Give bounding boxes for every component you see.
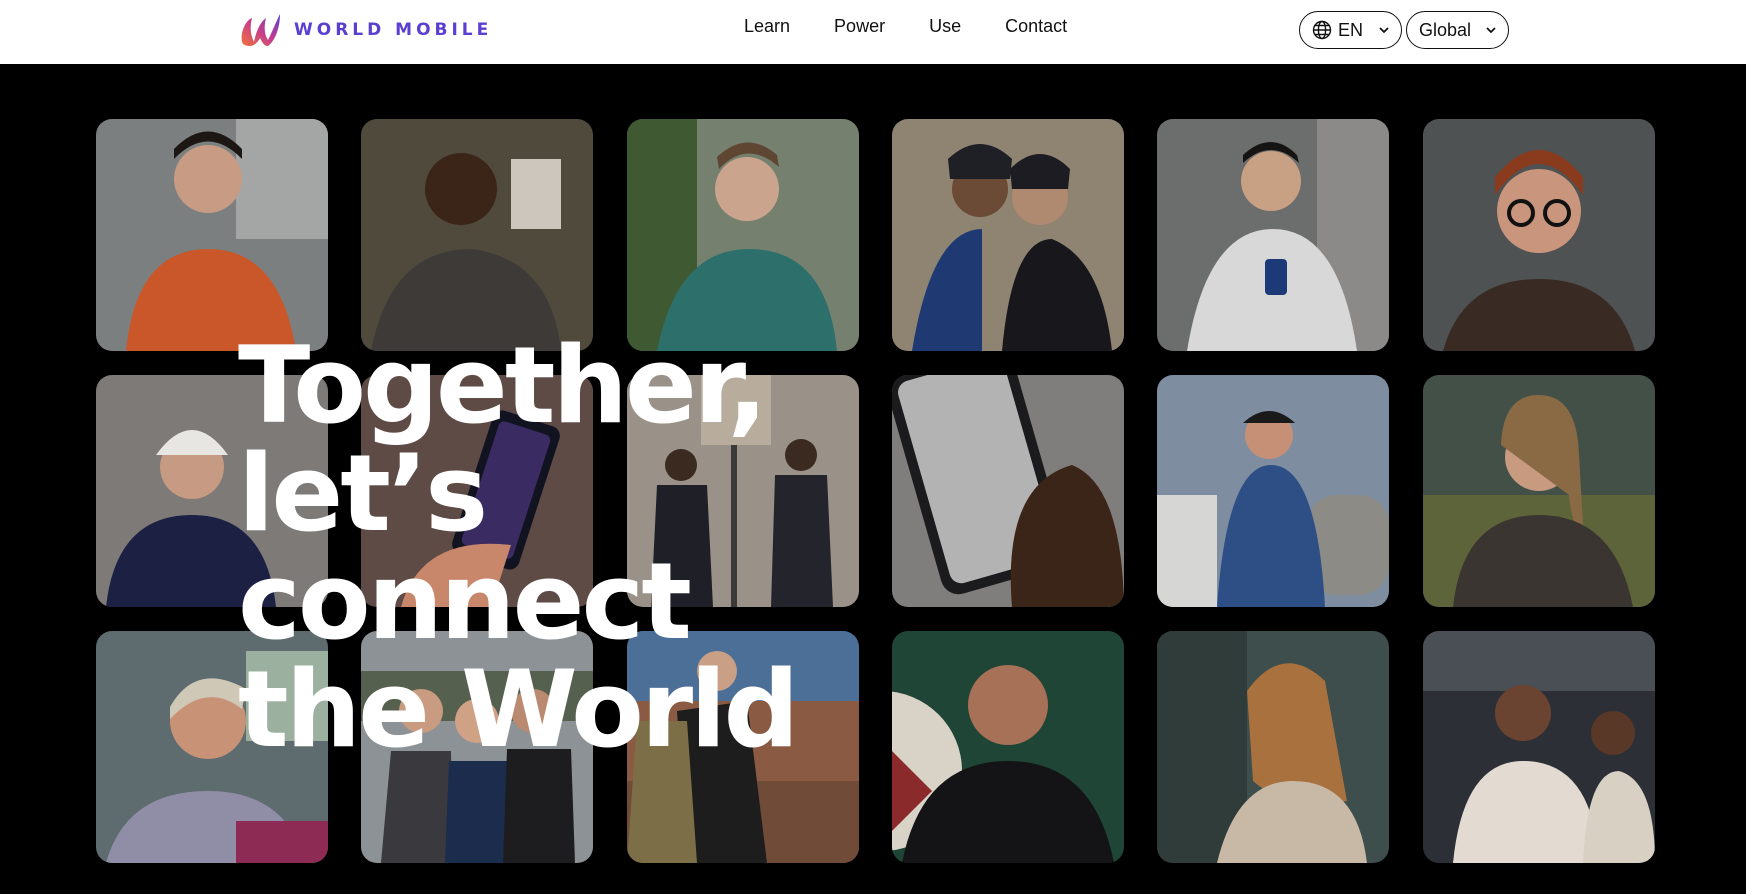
region-value: Global — [1419, 19, 1472, 40]
language-value: EN — [1338, 19, 1364, 40]
photo-woman-sunglasses-head — [1423, 375, 1655, 607]
main-nav: Learn Power Use Contact — [744, 16, 1067, 37]
photo-man-laughing-antenna — [361, 119, 593, 351]
photo-man-white-tshirt-phone — [1157, 119, 1389, 351]
world-mobile-logo[interactable]: WORLD MOBILE — [238, 10, 492, 50]
language-select[interactable]: EN — [1299, 11, 1402, 49]
nav-contact[interactable]: Contact — [1005, 16, 1067, 37]
chevron-down-icon — [1486, 27, 1496, 34]
photo-woman-hijab-headset — [1157, 631, 1389, 863]
region-select[interactable]: Global — [1406, 11, 1509, 49]
hero-headline: Together, let’s connect the World — [238, 332, 958, 764]
nav-learn[interactable]: Learn — [744, 16, 790, 37]
hero-line-2: let’s connect — [238, 432, 692, 663]
hero-line-1: Together, — [238, 324, 768, 447]
photo-woman-teal-shirt — [627, 119, 859, 351]
photo-woman-orange-sweater — [96, 119, 328, 351]
photo-man-cap-truck — [1157, 375, 1389, 607]
nav-power[interactable]: Power — [834, 16, 885, 37]
logo-icon — [241, 14, 280, 46]
photo-football-players — [1423, 631, 1655, 863]
hero-line-3: the World — [238, 648, 799, 771]
chevron-down-icon — [1379, 27, 1389, 34]
brand-name: WORLD MOBILE — [294, 20, 493, 40]
nav-use[interactable]: Use — [929, 16, 961, 37]
globe-icon — [1312, 20, 1332, 40]
photo-man-beanie-glasses — [1423, 119, 1655, 351]
site-header: WORLD MOBILE Learn Power Use Contact EN … — [0, 0, 1746, 64]
photo-two-women-hijab-phone — [892, 119, 1124, 351]
